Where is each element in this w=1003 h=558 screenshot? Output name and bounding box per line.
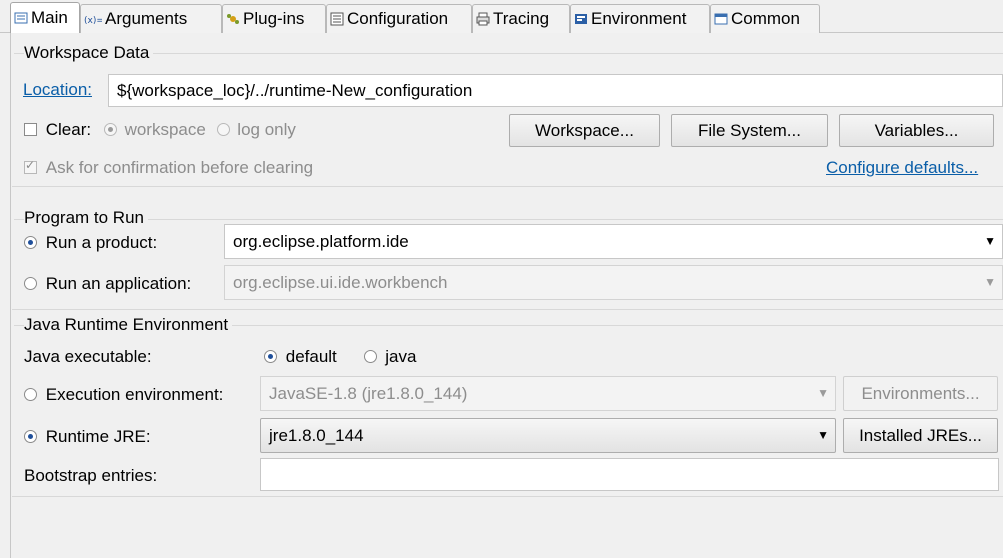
run-app-radio[interactable]: [24, 277, 37, 290]
run-app-label: Run an application:: [45, 274, 192, 293]
variables-button[interactable]: Variables...: [839, 114, 994, 147]
run-product-row: Run a product:: [24, 233, 157, 253]
runtime-jre-combo[interactable]: jre1.8.0_144 ▼: [260, 418, 836, 453]
run-product-label: Run a product:: [45, 233, 158, 252]
installed-jres-button[interactable]: Installed JREs...: [843, 418, 998, 453]
runtime-jre-row: Runtime JRE:: [24, 427, 151, 447]
svg-text:(x)=: (x)=: [84, 16, 102, 25]
run-app-row: Run an application:: [24, 274, 191, 294]
exec-env-label: Execution environment:: [45, 385, 224, 404]
environment-tab-icon: [574, 12, 588, 26]
java-java-radio[interactable]: [363, 350, 377, 363]
java-executable-label: Java executable:: [24, 347, 152, 366]
java-default-label: default: [285, 347, 337, 366]
common-tab-icon: [714, 12, 728, 26]
clear-checkbox[interactable]: [24, 123, 37, 136]
file-system-button[interactable]: File System...: [671, 114, 828, 147]
exec-env-combo[interactable]: JavaSE-1.8 (jre1.8.0_144) ▼: [260, 376, 836, 411]
chevron-down-icon: ▼: [817, 386, 829, 400]
separator: [12, 496, 1003, 497]
chevron-down-icon: ▼: [984, 275, 996, 289]
clear-workspace-radio[interactable]: [103, 123, 117, 136]
confirm-clear-label: Ask for confirmation before clearing: [45, 158, 314, 177]
bootstrap-input[interactable]: [260, 458, 999, 491]
clear-label: Clear:: [45, 120, 92, 139]
chevron-down-icon: ▼: [984, 234, 996, 248]
bootstrap-label: Bootstrap entries:: [24, 466, 158, 485]
run-product-value: org.eclipse.platform.ide: [233, 231, 409, 251]
exec-env-radio[interactable]: [24, 388, 37, 401]
environments-button[interactable]: Environments...: [843, 376, 998, 411]
location-input[interactable]: ${workspace_loc}/../runtime-New_configur…: [108, 74, 1003, 107]
tab-tracing-label: Tracing: [493, 9, 550, 28]
run-app-combo[interactable]: org.eclipse.ui.ide.workbench ▼: [224, 265, 1003, 300]
chevron-down-icon: ▼: [817, 428, 829, 442]
tab-common[interactable]: Common: [710, 4, 820, 33]
clear-log-only-label: log only: [237, 120, 296, 139]
location-value: ${workspace_loc}/../runtime-New_configur…: [117, 80, 473, 100]
clear-log-only-radio[interactable]: [216, 123, 230, 136]
location-link[interactable]: Location:: [23, 80, 92, 100]
run-product-combo[interactable]: org.eclipse.platform.ide ▼: [224, 224, 1003, 259]
tab-main-label: Main: [31, 8, 68, 27]
tab-arguments[interactable]: (x)= Arguments: [80, 4, 222, 33]
configure-defaults-link[interactable]: Configure defaults...: [826, 158, 978, 178]
tab-configuration[interactable]: Configuration: [326, 4, 472, 33]
confirm-clear-checkbox[interactable]: [24, 158, 37, 174]
tab-main[interactable]: Main: [10, 2, 80, 33]
plugins-tab-icon: [226, 12, 240, 26]
java-default-radio[interactable]: [264, 350, 277, 363]
tab-plugins-label: Plug-ins: [243, 9, 305, 28]
tab-environment-label: Environment: [591, 9, 687, 28]
java-executable-options: default java: [264, 347, 416, 367]
exec-env-value: JavaSE-1.8 (jre1.8.0_144): [269, 383, 468, 403]
workspace-button[interactable]: Workspace...: [509, 114, 660, 147]
program-group-title: Program to Run: [24, 208, 148, 228]
tab-arguments-label: Arguments: [105, 9, 188, 28]
tab-plugins[interactable]: Plug-ins: [222, 4, 326, 33]
main-tab-icon: [14, 11, 28, 25]
arguments-tab-icon: (x)=: [84, 12, 102, 26]
tab-common-label: Common: [731, 9, 800, 28]
runtime-jre-label: Runtime JRE:: [45, 427, 151, 446]
tab-bar: Main (x)= Arguments Plug-ins Configurati…: [0, 0, 1003, 33]
workspace-group-border: [14, 53, 1003, 54]
separator: [12, 186, 1003, 187]
confirm-clear-row: Ask for confirmation before clearing: [24, 158, 313, 178]
runtime-jre-value: jre1.8.0_144: [269, 425, 364, 445]
tracing-tab-icon: [476, 12, 490, 26]
run-product-radio[interactable]: [24, 236, 37, 249]
tab-tracing[interactable]: Tracing: [472, 4, 570, 33]
runtime-jre-radio[interactable]: [24, 430, 37, 443]
workspace-group-title: Workspace Data: [24, 43, 154, 63]
jre-group-title: Java Runtime Environment: [24, 315, 233, 335]
run-app-value: org.eclipse.ui.ide.workbench: [233, 272, 448, 292]
clear-workspace-label: workspace: [124, 120, 206, 139]
tab-configuration-label: Configuration: [347, 9, 449, 28]
java-java-label: java: [385, 347, 417, 366]
program-group-border: [14, 219, 1003, 220]
tab-environment[interactable]: Environment: [570, 4, 710, 33]
separator: [12, 309, 1003, 310]
exec-env-row: Execution environment:: [24, 385, 223, 405]
clear-option-row: Clear: workspace log only: [24, 120, 296, 140]
configuration-tab-icon: [330, 12, 344, 26]
